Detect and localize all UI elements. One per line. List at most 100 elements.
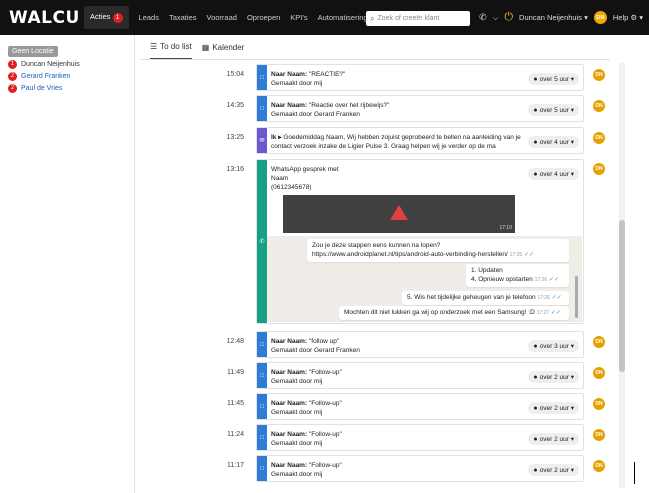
nav-oproepen[interactable]: Oproepen xyxy=(247,13,280,22)
phone-icon[interactable]: ✆ xyxy=(479,12,487,23)
task-title: Naar Naam: xyxy=(271,102,308,109)
acties-count-badge: 1 xyxy=(112,12,123,23)
text-cursor xyxy=(634,462,635,484)
task-icon: □ xyxy=(260,74,264,81)
assignee-avatar[interactable]: DN xyxy=(593,336,605,348)
task-strip: □ xyxy=(257,425,267,450)
nav-acties[interactable]: Acties 1 xyxy=(84,6,129,29)
task-strip: □ xyxy=(257,394,267,419)
assignee-avatar[interactable]: DN xyxy=(593,100,605,112)
task-subtitle: Gemaakt door mij xyxy=(271,471,323,478)
due-dropdown[interactable]: ● over 4 uur ▾ xyxy=(528,168,579,180)
top-navbar: WALCU Acties 1 Leads Taxaties Voorraad O… xyxy=(0,0,649,35)
due-dropdown[interactable]: ● over 2 uur ▾ xyxy=(528,433,579,445)
clock-icon: ● xyxy=(533,171,538,178)
scrollbar-thumb[interactable] xyxy=(619,220,625,372)
location-filter[interactable]: Geen Locatie xyxy=(8,46,58,57)
power-icon[interactable]: ⏻ xyxy=(504,11,513,24)
chat-message: Mochten dit niet lukken ga wij op onderz… xyxy=(339,306,569,320)
task-subtitle: Gemaakt door mij xyxy=(271,378,323,385)
list-icon: ☰ xyxy=(150,42,158,51)
task-subject: "Follow-up" xyxy=(308,462,342,469)
task-subject: "follow up" xyxy=(308,338,340,345)
user-avatar[interactable]: DN xyxy=(593,11,607,24)
tab-kalender[interactable]: ▦ Kalender xyxy=(202,42,245,60)
task-title: Naar Naam: xyxy=(271,400,308,407)
task-title: Naar Naam: xyxy=(271,338,308,345)
task-strip: □ xyxy=(257,456,267,481)
divider xyxy=(140,59,610,60)
chat-message: Zou je deze stappen eens kunnen na lopen… xyxy=(307,239,569,262)
due-dropdown[interactable]: ● over 2 uur ▾ xyxy=(528,371,579,383)
nav-automatisering[interactable]: Automatisering xyxy=(318,13,368,22)
assignee-avatar[interactable]: DN xyxy=(593,163,605,175)
task-strip: □ xyxy=(257,363,267,388)
task-title: Naar Naam: xyxy=(271,71,308,78)
sidebar-item-duncan[interactable]: 1 Duncan Neijenhuis xyxy=(8,60,128,69)
assignee-avatar[interactable]: DN xyxy=(593,460,605,472)
sidebar-item-gerard[interactable]: 2 Gerard Franken xyxy=(8,72,128,81)
task-card[interactable]: □ Naar Naam: "Follow-up" Gemaakt door mij ●… xyxy=(256,393,584,420)
due-dropdown[interactable]: ● over 3 uur ▾ xyxy=(528,340,579,352)
task-subtitle: Gemaakt door mij xyxy=(271,440,323,447)
sidebar-item-paul[interactable]: 2 Paul de Vries xyxy=(8,84,128,93)
assignee-avatar[interactable]: DN xyxy=(593,429,605,441)
nav-kpis[interactable]: KPI's xyxy=(290,13,307,22)
due-dropdown[interactable]: ● over 5 uur ▾ xyxy=(528,104,579,116)
help-menu[interactable]: Help ⚙ ▾ xyxy=(613,13,643,22)
tab-todo-list[interactable]: ☰ To do list xyxy=(150,42,192,60)
view-tabs: ☰ To do list ▦ Kalender xyxy=(150,42,244,60)
assignee-avatar[interactable]: DN xyxy=(593,69,605,81)
nav-leads[interactable]: Leads xyxy=(139,13,159,22)
task-subtitle: Gemaakt door mij xyxy=(271,80,323,87)
nav-taxaties[interactable]: Taxaties xyxy=(169,13,197,22)
email-strip: ✉ xyxy=(257,128,267,153)
task-card[interactable]: □ Naar Naam: "Reactie over het rijbewijs?… xyxy=(256,95,584,122)
task-time: 15:04 xyxy=(226,71,244,78)
clock-icon: ● xyxy=(533,107,538,114)
task-card[interactable]: □ Naar Naam: "REACTIE?" Gemaakt door mij ● o… xyxy=(256,64,584,91)
nav-voorraad[interactable]: Voorraad xyxy=(206,13,236,22)
clock-icon: ● xyxy=(533,343,538,350)
gear-icon: ⚙ xyxy=(630,13,638,22)
task-title: Naar Naam: xyxy=(271,369,308,376)
task-subject: Goedemiddag Naam, Wij hebben zojuist gep… xyxy=(283,134,521,141)
assignee-avatar[interactable]: DN xyxy=(593,367,605,379)
task-subtitle: Gemaakt door Gerard Franken xyxy=(271,111,360,118)
due-dropdown[interactable]: ● over 4 uur ▾ xyxy=(528,136,579,148)
search-input[interactable]: ⌕ Zoek of creeër klant xyxy=(366,11,470,26)
task-card[interactable]: □ Naar Naam: "Follow-up" Gemaakt door mij ●… xyxy=(256,455,584,482)
clock-icon: ● xyxy=(533,436,538,443)
task-time: 12:48 xyxy=(226,338,244,345)
chat-thread: Zou je deze stappen eens kunnen na lopen… xyxy=(267,236,582,322)
chevron-down-icon[interactable]: ⌵ xyxy=(493,13,499,23)
clock-icon: ● xyxy=(533,76,538,83)
whatsapp-strip: ✆ xyxy=(257,160,267,323)
task-time: 11:45 xyxy=(227,400,244,407)
clock-icon: ● xyxy=(533,467,538,474)
task-card[interactable]: □ Naar Naam: "Follow-up" Gemaakt door mij ●… xyxy=(256,424,584,451)
task-time: 11:17 xyxy=(227,462,244,469)
task-time: 13:25 xyxy=(226,134,244,141)
due-dropdown[interactable]: ● over 5 uur ▾ xyxy=(528,73,579,85)
task-icon: □ xyxy=(260,372,264,379)
sidebar: Geen Locatie 1 Duncan Neijenhuis 2 Gerard … xyxy=(8,40,128,96)
task-subject: "Reactie over het rijbewijs?" xyxy=(308,102,390,109)
calendar-icon: ▦ xyxy=(201,43,210,52)
task-card[interactable]: □ Naar Naam: "follow up" Gemaakt door Gera… xyxy=(256,331,584,358)
logo[interactable]: WALCU xyxy=(9,8,81,28)
assignee-avatar[interactable]: DN xyxy=(593,398,605,410)
chat-image: 17:10 xyxy=(283,195,515,233)
assignee-avatar[interactable]: DN xyxy=(593,132,605,144)
due-dropdown[interactable]: ● over 2 uur ▾ xyxy=(528,402,579,414)
divider xyxy=(134,35,135,493)
user-menu[interactable]: Duncan Neijenhuis ▾ xyxy=(519,13,588,22)
chat-message: 1. Updaten 4. Opnieuw opstarten 17:26 ✓✓ xyxy=(466,264,569,287)
task-card[interactable]: ✉ Ik ▸ Goedemiddag Naam, Wij hebben zojui… xyxy=(256,127,584,154)
due-dropdown[interactable]: ● over 2 uur ▾ xyxy=(528,464,579,476)
wa-contact: Naam xyxy=(271,175,289,182)
task-card[interactable]: □ Naar Naam: "Follow-up" Gemaakt door mij ●… xyxy=(256,362,584,389)
task-time: 11:49 xyxy=(227,369,244,376)
clock-icon: ● xyxy=(533,374,538,381)
chat-scrollbar[interactable] xyxy=(575,276,578,318)
